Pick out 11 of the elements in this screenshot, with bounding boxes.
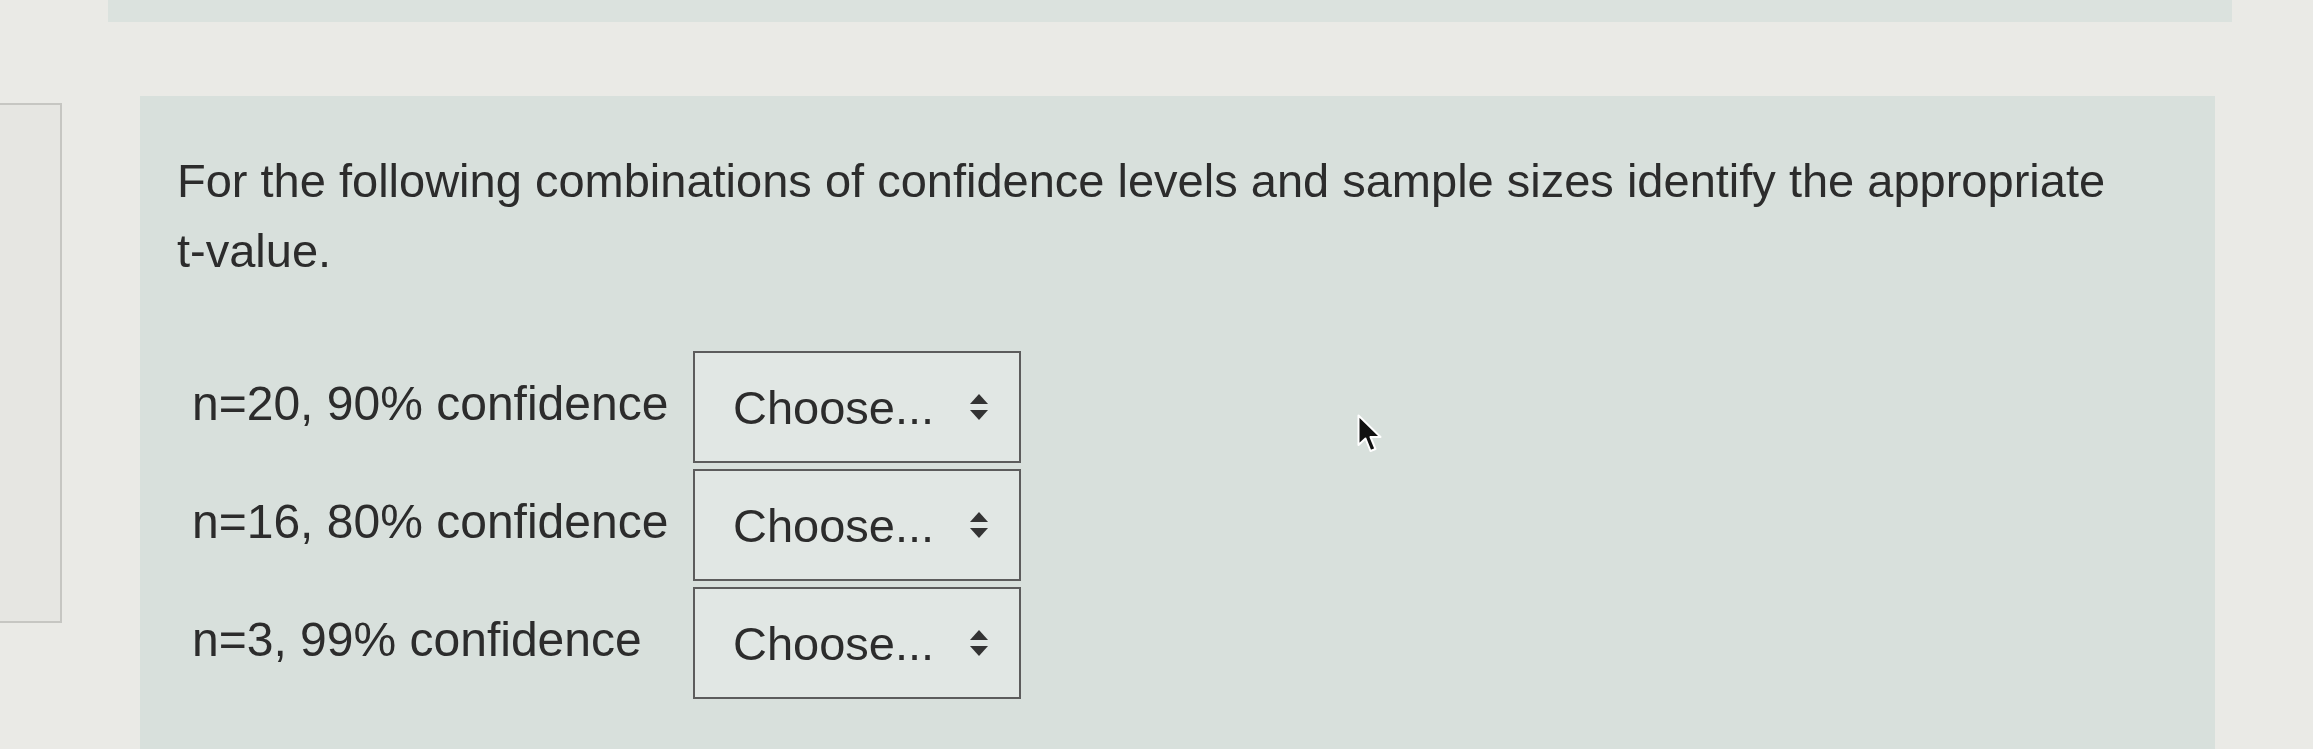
mouse-pointer-icon (1357, 414, 1383, 454)
row-label: n=3, 99% confidence (192, 612, 642, 668)
question-text: For the following combinations of confidence levels and sample sizes identify the appropriate t-value. (177, 153, 2107, 279)
up-down-arrows-icon (970, 630, 989, 656)
choose-dropdown[interactable]: Choose... (693, 469, 1021, 581)
row-label: n=20, 90% confidence (192, 376, 669, 432)
up-down-arrows-icon (970, 512, 989, 538)
up-down-arrows-icon (970, 394, 989, 420)
choose-dropdown[interactable]: Choose... (693, 351, 1021, 463)
row-label: n=16, 80% confidence (192, 494, 669, 550)
choose-dropdown[interactable]: Choose... (693, 587, 1021, 699)
